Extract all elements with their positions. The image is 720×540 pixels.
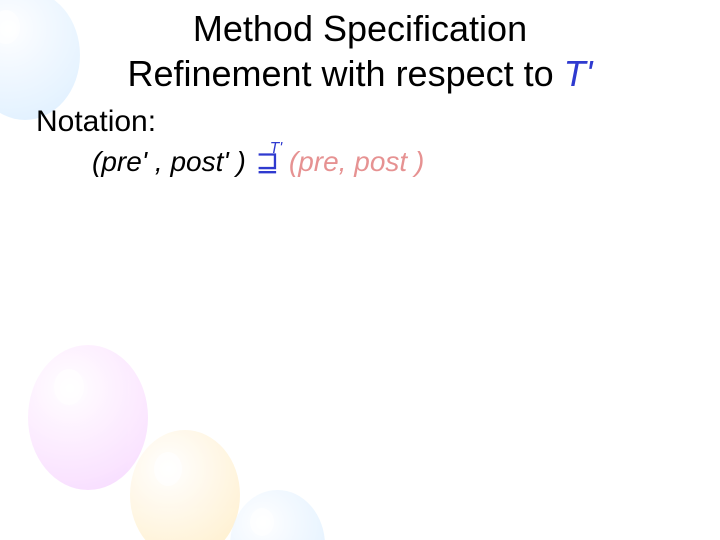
balloon-decoration (130, 430, 240, 540)
formula-relation: ⊒ T' (254, 145, 281, 178)
formula-lhs: (pre' , post' ) (92, 146, 246, 177)
title-line-1: Method Specification (193, 8, 527, 49)
notation-label: Notation: (36, 105, 424, 139)
slide-body: Notation: (pre' , post' ) ⊒ T' (pre, pos… (36, 105, 424, 178)
balloon-decoration (28, 345, 148, 490)
title-line-2-text: Refinement with respect to (127, 53, 563, 94)
relation-superscript: T' (270, 140, 282, 158)
balloon-decoration (230, 490, 325, 540)
slide: Method Specification Refinement with res… (0, 0, 720, 540)
title-line-2-variable: T' (564, 53, 593, 94)
slide-title: Method Specification Refinement with res… (0, 6, 720, 96)
refinement-formula: (pre' , post' ) ⊒ T' (pre, post ) (92, 145, 424, 178)
formula-rhs: (pre, post ) (289, 146, 424, 177)
